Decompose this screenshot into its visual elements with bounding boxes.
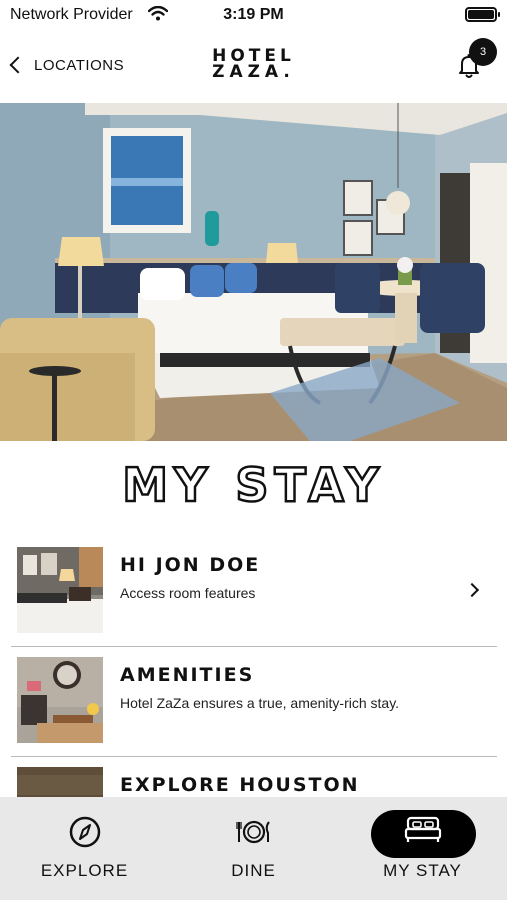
item-title: EXPLORE HOUSTON [120,774,360,796]
tab-explore[interactable]: EXPLORE [0,797,169,900]
tab-label: DINE [231,861,276,880]
tab-bar: EXPLORE DINE MY STAY [0,797,507,900]
battery-icon [465,7,500,22]
item-subtitle: Hotel ZaZa ensures a true, amenity-rich … [120,695,400,711]
status-time: 3:19 PM [223,6,284,23]
hotel-logo: HOTEL ZAZA. [0,48,507,82]
amenities-thumbnail [17,657,103,743]
item-subtitle: Access room features [120,585,256,601]
item-title: AMENITIES [120,664,255,686]
tab-my-stay[interactable]: MY STAY [338,797,507,900]
bed-icon [338,815,507,845]
nav-bar: LOCATIONS HOTEL ZAZA. 3 [0,34,507,96]
compass-icon [0,815,169,849]
dining-icon [169,815,338,849]
page-title: MY STAY [121,457,385,514]
logo-line-2: ZAZA. [212,62,295,82]
item-title: HI JON DOE [120,554,261,576]
room-thumbnail [17,547,103,633]
notification-badge[interactable]: 3 [469,38,497,66]
list-item-amenities[interactable]: AMENITIES Hotel ZaZa ensures a true, ame… [11,647,497,757]
tab-dine[interactable]: DINE [169,797,338,900]
chevron-right-icon [464,582,480,598]
tab-label: EXPLORE [40,861,129,880]
tab-label: MY STAY [383,861,462,880]
hero-room-photo [0,103,507,441]
list-item-room-features[interactable]: HI JON DOE Access room features [11,537,497,647]
status-bar: Network Provider 3:19 PM [0,0,507,30]
